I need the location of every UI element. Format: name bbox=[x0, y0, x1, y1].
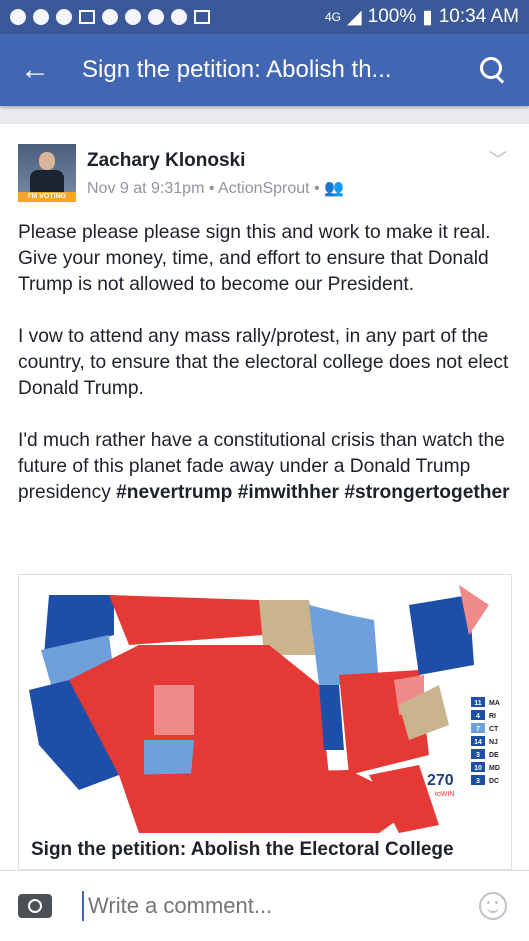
legend-value: 4 bbox=[476, 713, 480, 720]
link-preview[interactable]: 11 MA 4 RI 7 CT 14 NJ 3 DE 10 MD 3 DC 270 toWIN… bbox=[18, 574, 512, 870]
hashtag[interactable]: #strongertogether bbox=[344, 482, 509, 503]
post-paragraph: Please please please sign this and work … bbox=[18, 222, 491, 295]
legend-value: 11 bbox=[474, 700, 482, 707]
hashtag[interactable]: #imwithher bbox=[238, 482, 339, 503]
post-card: I'M VOTING PRES 97 Zachary Klonoski Nov … bbox=[0, 124, 529, 870]
map-logo: 270 bbox=[427, 772, 454, 789]
legend-value: 7 bbox=[476, 726, 480, 733]
post-via[interactable]: ActionSprout bbox=[218, 180, 310, 197]
post-text: Please please please sign this and work … bbox=[18, 220, 512, 506]
text-cursor bbox=[82, 891, 84, 921]
legend-state: RI bbox=[489, 713, 496, 720]
link-title[interactable]: Sign the petition: Abolish the Electoral… bbox=[31, 839, 454, 861]
chat-icon bbox=[56, 9, 72, 25]
legend-state: CT bbox=[489, 726, 499, 733]
post-paragraph: I vow to attend any mass rally/protest, … bbox=[18, 326, 509, 399]
messenger-icon bbox=[33, 9, 49, 25]
friends-icon: 👥 bbox=[324, 180, 345, 197]
battery-icon: ▮ bbox=[422, 6, 433, 28]
legend-value: 3 bbox=[476, 778, 480, 785]
medal-icon bbox=[125, 9, 141, 25]
warning-icon bbox=[148, 9, 164, 25]
post-paragraph: I'd much rather have a constitutional cr… bbox=[18, 428, 512, 506]
back-arrow-icon[interactable]: ← bbox=[20, 55, 60, 85]
legend-state: DE bbox=[489, 752, 499, 759]
status-bar: 4G ◢ 100% ▮ 10:34 AM bbox=[0, 0, 529, 34]
avatar-frame-text: I'M VOTING PRES 97 bbox=[18, 192, 76, 210]
legend-value: 3 bbox=[476, 752, 480, 759]
smiley-icon[interactable] bbox=[479, 892, 507, 920]
legend-state: NJ bbox=[489, 739, 498, 746]
legend-state: DC bbox=[489, 778, 499, 785]
notification-icons bbox=[0, 9, 210, 25]
search-icon[interactable] bbox=[479, 56, 507, 84]
chevron-down-icon[interactable]: ﹀ bbox=[489, 146, 507, 172]
avatar[interactable]: I'M VOTING PRES 97 bbox=[18, 144, 76, 210]
network-type: 4G bbox=[325, 10, 342, 24]
camera-icon[interactable] bbox=[18, 894, 52, 918]
app-bar: ← Sign the petition: Abolish th... bbox=[0, 34, 529, 106]
wifi-icon bbox=[171, 9, 187, 25]
comment-composer bbox=[0, 870, 529, 941]
legend-state: MA bbox=[489, 700, 500, 707]
gallery-icon bbox=[79, 10, 95, 24]
post-date[interactable]: Nov 9 at 9:31pm bbox=[87, 180, 204, 197]
clock: 10:34 AM bbox=[438, 6, 519, 27]
electoral-map-image: 11 MA 4 RI 7 CT 14 NJ 3 DE 10 MD 3 DC 270 toWIN bbox=[19, 575, 511, 833]
comment-input[interactable] bbox=[86, 892, 470, 920]
twitter-icon bbox=[102, 9, 118, 25]
page-title: Sign the petition: Abolish th... bbox=[82, 56, 392, 83]
calendar-icon bbox=[194, 10, 210, 24]
legend-state: MD bbox=[489, 765, 500, 772]
hashtag[interactable]: #nevertrump bbox=[116, 482, 232, 503]
legend-value: 14 bbox=[474, 739, 482, 746]
post-meta: Nov 9 at 9:31pm • ActionSprout • 👥 bbox=[87, 180, 345, 197]
battery-level: 100% bbox=[367, 6, 417, 27]
messenger-icon bbox=[10, 9, 26, 25]
author-name[interactable]: Zachary Klonoski bbox=[87, 150, 245, 172]
map-logo-sub: toWIN bbox=[435, 791, 454, 798]
signal-icon: ◢ bbox=[347, 6, 362, 28]
legend-value: 10 bbox=[474, 765, 482, 772]
